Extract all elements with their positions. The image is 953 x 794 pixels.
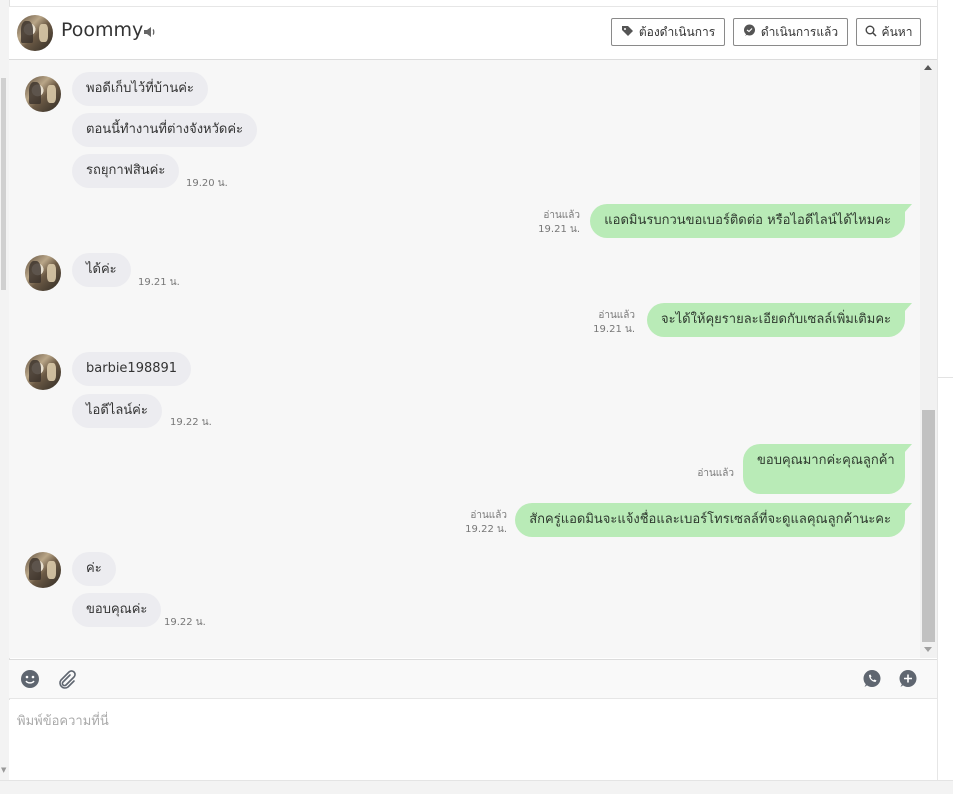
sender-avatar[interactable] <box>25 552 61 588</box>
outgoing-message[interactable]: สักครู่แอดมินจะแจ้งชื่อและเบอร์โทรเซลล์ท… <box>515 503 912 537</box>
tag-icon <box>621 24 634 40</box>
outgoing-message-text: ขอบคุณมากค่ะคุณลูกค้า <box>757 453 895 468</box>
emoji-icon[interactable] <box>19 668 41 690</box>
pending-label: ต้องดำเนินการ <box>638 24 716 39</box>
scroll-up-icon[interactable] <box>924 65 932 70</box>
done-button[interactable]: ดำเนินการแล้ว <box>733 18 848 46</box>
read-label: อ่านแล้ว <box>543 210 580 221</box>
chat-bubble-icon <box>743 24 756 40</box>
message-composer <box>9 700 937 780</box>
message-list[interactable]: พอดีเก็บไว้ที่บ้านค่ะ ตอนนี้ทำงานที่ต่าง… <box>9 60 920 658</box>
message-input[interactable] <box>9 700 937 780</box>
read-label: อ่านแล้ว <box>697 468 734 479</box>
message-time: 19.21 น. <box>138 277 180 288</box>
incoming-message[interactable]: ตอนนี้ทำงานที่ต่างจังหวัดค่ะ <box>72 113 258 147</box>
pending-button[interactable]: ต้องดำเนินการ <box>611 18 725 46</box>
read-label: อ่านแล้ว <box>470 510 507 521</box>
chat-header: Poommy ต้องดำเนินการ ดำเนินการแล้ว ค้นหา <box>9 7 937 60</box>
sender-avatar[interactable] <box>25 354 61 390</box>
contact-avatar[interactable] <box>17 15 53 51</box>
message-time: 19.22 น. <box>465 524 507 535</box>
speaker-icon[interactable] <box>143 24 157 43</box>
read-status: อ่านแล้ว 19.22 น. <box>465 509 507 537</box>
right-panel-edge <box>937 0 953 793</box>
search-button[interactable]: ค้นหา <box>856 18 921 46</box>
message-time: 19.22 น. <box>164 617 206 628</box>
scrollbar-thumb[interactable] <box>922 410 935 642</box>
sender-avatar[interactable] <box>25 255 61 291</box>
read-status: อ่านแล้ว 19.21 น. <box>593 309 635 337</box>
composer-toolbar <box>9 659 937 699</box>
message-time: 19.21 น. <box>593 324 635 335</box>
read-status: อ่านแล้ว <box>697 467 734 481</box>
phone-chat-icon[interactable] <box>861 668 883 690</box>
scroll-down-icon[interactable] <box>924 647 932 652</box>
outgoing-message[interactable]: ขอบคุณมากค่ะคุณลูกค้า <box>743 444 912 494</box>
bottom-edge <box>0 780 953 794</box>
paperclip-icon[interactable] <box>55 668 77 690</box>
contact-name: Poommy <box>61 19 144 41</box>
message-time: 19.21 น. <box>538 224 580 235</box>
add-chat-icon[interactable] <box>897 668 919 690</box>
message-time: 19.20 น. <box>186 178 228 189</box>
read-status: อ่านแล้ว 19.21 น. <box>538 209 580 237</box>
left-scroll-down-icon[interactable]: ▼ <box>1 766 6 774</box>
incoming-message[interactable]: ได้ค่ะ <box>72 253 131 287</box>
incoming-message[interactable]: พอดีเก็บไว้ที่บ้านค่ะ <box>72 72 208 106</box>
read-label: อ่านแล้ว <box>598 310 635 321</box>
incoming-message[interactable]: ค่ะ <box>72 552 116 586</box>
incoming-message[interactable]: ขอบคุณค่ะ <box>72 593 162 627</box>
outgoing-message[interactable]: จะได้ให้คุยรายละเอียดกับเซลล์เพิ่มเติมคะ <box>646 303 913 337</box>
chat-scrollbar[interactable] <box>920 60 937 658</box>
done-label: ดำเนินการแล้ว <box>760 24 839 39</box>
sender-avatar[interactable] <box>25 76 61 112</box>
outgoing-message[interactable]: แอดมินรบกวนขอเบอร์ติดต่อ หรือไอดีไลน์ได้… <box>590 204 912 238</box>
incoming-message[interactable]: รถยุกาฟสินค่ะ <box>72 154 180 188</box>
search-label: ค้นหา <box>881 24 913 39</box>
incoming-message[interactable]: barbie198891 <box>72 352 192 386</box>
incoming-message[interactable]: ไอดีไลน์ค่ะ <box>72 394 162 428</box>
message-time: 19.22 น. <box>170 417 212 428</box>
search-icon <box>865 25 877 40</box>
left-scrollbar-thumb[interactable] <box>1 78 6 290</box>
